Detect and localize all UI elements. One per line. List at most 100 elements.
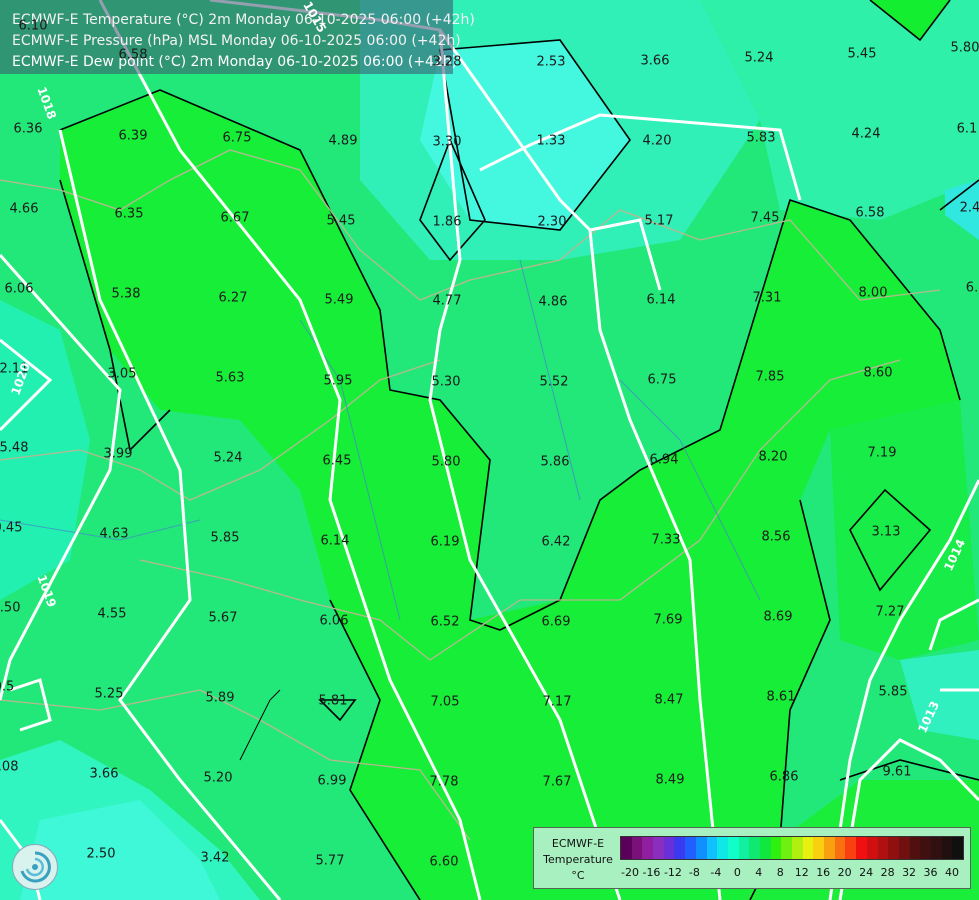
temperature-value: 4.24 xyxy=(851,126,881,142)
legend-swatch xyxy=(642,837,654,859)
temperature-value: 4.86 xyxy=(538,294,568,310)
temperature-value: 5.80 xyxy=(431,454,461,470)
temperature-value: 6.35 xyxy=(114,206,144,222)
temperature-value: 5.45 xyxy=(326,213,356,229)
legend-swatch xyxy=(749,837,760,859)
temperature-value: 3.99 xyxy=(103,446,133,462)
legend-tick-label: 36 xyxy=(923,866,938,879)
temperature-value: 5.81 xyxy=(318,693,348,709)
legend-tick-label: 24 xyxy=(859,866,874,879)
legend-ticks: -20 -16 -12 -8 -4 0 4 8 12 16 20 24 28 32 36 40 xyxy=(620,866,962,880)
temperature-value: 8.20 xyxy=(758,449,788,465)
temperature-value: 5.85 xyxy=(210,530,240,546)
legend-swatch xyxy=(781,837,792,859)
legend-tick-label: 0 xyxy=(733,866,741,879)
legend-swatch xyxy=(695,837,707,859)
temperature-value: 2.4 xyxy=(959,200,979,216)
legend-tick-label: 40 xyxy=(945,866,959,879)
swirl-icon xyxy=(20,851,51,883)
temperature-value: 0.08 xyxy=(0,759,19,775)
weather-map: ECMWF-E Temperature (°C) 2m Monday 06-10… xyxy=(0,0,979,900)
legend-swatch xyxy=(621,837,632,859)
temperature-value: 7.05 xyxy=(430,694,460,710)
temperature-value: 3.66 xyxy=(640,53,670,69)
provider-logo xyxy=(12,844,58,890)
legend-title: ECMWF-E Temperature °C xyxy=(540,836,616,884)
temperature-value: 1.86 xyxy=(432,214,462,230)
legend-swatch xyxy=(909,837,921,859)
legend-swatch xyxy=(920,837,931,859)
title-pressure: ECMWF-E Pressure (hPa) MSL Monday 06-10-… xyxy=(12,33,461,49)
legend-swatch xyxy=(792,837,803,859)
map-header: ECMWF-E Temperature (°C) 2m Monday 06-10… xyxy=(0,0,475,74)
temperature-value: 6.36 xyxy=(13,121,43,137)
legend-swatch xyxy=(727,837,739,859)
legend-swatch xyxy=(653,837,664,859)
temperature-value: 6.52 xyxy=(430,614,460,630)
temperature-value: 5.25 xyxy=(94,686,124,702)
temperature-value: 6. xyxy=(965,280,979,296)
temperature-value: 8.60 xyxy=(863,365,893,381)
temperature-value: 6.94 xyxy=(649,452,679,468)
legend-swatch xyxy=(663,837,675,859)
legend-swatch xyxy=(717,837,728,859)
legend-tick-label: 20 xyxy=(837,866,852,879)
temperature-value: 4.55 xyxy=(97,606,127,622)
temperature-value: 7.67 xyxy=(542,774,572,790)
legend-swatch xyxy=(813,837,825,859)
legend-swatch xyxy=(856,837,867,859)
temperature-value: 6.60 xyxy=(429,854,459,870)
legend-swatch xyxy=(685,837,696,859)
legend-tick-label: -8 xyxy=(688,866,700,879)
temperature-value: 2.50 xyxy=(86,846,116,862)
temperature-value: 5.17 xyxy=(644,213,674,229)
legend-swatch xyxy=(631,837,643,859)
temperature-value: 5.49 xyxy=(324,292,354,308)
temperature-value: 6.99 xyxy=(317,773,347,789)
legend-swatch xyxy=(930,837,942,859)
legend-tick-label: -16 xyxy=(642,866,661,879)
temperature-value: 3.66 xyxy=(89,766,119,782)
legend-swatch xyxy=(706,837,718,859)
temperature-value: 5.77 xyxy=(315,853,345,869)
temperature-value: 9.61 xyxy=(882,764,912,780)
legend-title-unit: °C xyxy=(571,869,585,882)
temperature-value: 7.45 xyxy=(750,210,780,226)
legend-swatch xyxy=(952,837,963,859)
legend-swatch xyxy=(824,837,835,859)
temperature-value: 8.56 xyxy=(761,529,791,545)
legend-tick-label: 12 xyxy=(794,866,809,879)
temperature-value: 5.24 xyxy=(744,50,774,66)
legend-swatch xyxy=(888,837,899,859)
legend-swatch xyxy=(941,837,953,859)
temperature-value: 6.42 xyxy=(541,534,571,550)
temperature-value: 2.30 xyxy=(537,214,567,230)
temperature-value: 6.75 xyxy=(222,130,252,146)
temperature-value: 5.48 xyxy=(0,440,29,456)
temperature-value: 6.1 xyxy=(956,121,978,137)
temperature-value: 7.78 xyxy=(429,774,459,790)
temperature-value: 6.58 xyxy=(118,47,148,63)
temperature-value: 8.69 xyxy=(763,609,793,625)
temperature-value: 4.89 xyxy=(328,133,358,149)
legend-tick-label: -4 xyxy=(710,866,722,879)
legend-tick-label: 4 xyxy=(755,866,763,879)
temperature-value: 6.10 xyxy=(18,18,48,34)
legend-title-variable: Temperature xyxy=(543,853,613,866)
legend-swatch xyxy=(770,837,782,859)
temperature-value: 5.63 xyxy=(215,370,245,386)
temperature-value: 3.13 xyxy=(871,524,901,540)
temperature-value: 7.33 xyxy=(651,532,681,548)
temperature-value: 4.63 xyxy=(99,526,129,542)
temperature-value: 7.17 xyxy=(542,694,572,710)
temperature-value: 5.52 xyxy=(539,374,569,390)
temperature-value: 0.5 xyxy=(0,679,15,695)
temperature-value: 5.24 xyxy=(213,450,243,466)
temperature-value: 6.06 xyxy=(4,281,34,297)
legend-color-bar xyxy=(620,836,964,860)
temperature-value: 2.53 xyxy=(536,54,566,70)
legend-title-source: ECMWF-E xyxy=(551,837,605,850)
legend-tick-label: 8 xyxy=(776,866,784,879)
temperature-value: 0.45 xyxy=(0,520,23,536)
temperature-value: 5.85 xyxy=(878,684,908,700)
